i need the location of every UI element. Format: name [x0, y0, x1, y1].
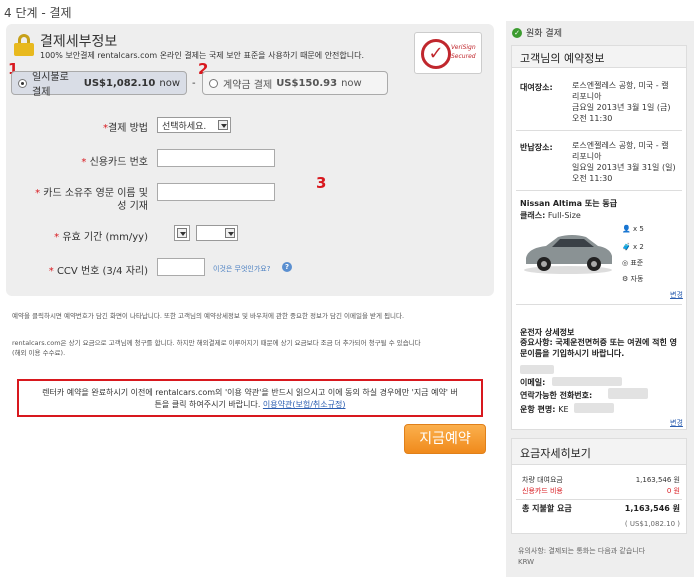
verisign-label: VeriSign Secured	[451, 44, 476, 60]
gauge-icon: ◎	[622, 259, 629, 267]
card-number-label: * 신용카드 번호	[81, 157, 148, 168]
method-label: *결제 방법	[103, 123, 148, 134]
terms-box: 렌터카 예약을 완료하시기 이전에 rentalcars.com의 '이용 약관…	[17, 379, 483, 417]
dropoff-details: 로스엔젤레스 공항, 미국 - 캘 리포니아 일요일 2013년 3월 31일 (일…	[572, 141, 676, 183]
charge-note: rentalcars.com은 상기 요금으로 고객님께 청구를 합니다. 하지…	[12, 339, 421, 347]
pay-deposit-suffix: now	[341, 77, 362, 89]
pickup-label: 대여장소:	[520, 83, 553, 92]
chevron-down-icon	[218, 120, 228, 130]
booking-card: 고객님의 예약정보 대여장소: 로스엔젤레스 공항, 미국 - 캘 리포니아 금요일…	[511, 45, 687, 430]
payment-method-value: 선택하세요.	[162, 121, 207, 132]
ccv-input[interactable]	[157, 258, 205, 276]
chevron-down-icon	[177, 228, 187, 238]
pay-full-option[interactable]: 일시불로 결제 US$1,082.10 now	[11, 71, 187, 98]
radio-deposit[interactable]	[209, 78, 218, 88]
cardholder-label-2: 성 기재	[117, 201, 148, 212]
total-value: 1,163,546 원	[624, 504, 680, 513]
total-usd: ( US$1,082.10 )	[624, 520, 680, 528]
car-name: Nissan Altima 또는 동급	[520, 199, 618, 208]
feature-bags: 🧳 x 2	[622, 243, 644, 251]
change-driver-link[interactable]: 변경	[670, 418, 683, 428]
email-label: 이메일:	[520, 378, 546, 387]
gear-icon: ⚙	[622, 275, 629, 283]
phone-label: 연락가능한 전화번호:	[520, 391, 593, 400]
person-icon: 👤	[622, 225, 631, 233]
payment-title: 결제세부정보	[40, 34, 118, 50]
feature-mileage: ◎ 표준	[622, 259, 644, 267]
rental-fee-value: 1,163,546 원	[635, 476, 680, 484]
total-label: 총 지불할 요금	[522, 504, 572, 513]
price-title: 요금자세히보기	[512, 439, 686, 465]
terms-text-2: 튼을 클릭 하여주시기 바랍니다.	[154, 400, 261, 409]
check-icon: ✓	[421, 39, 451, 69]
verisign-seal: ✓ VeriSign Secured	[414, 32, 482, 74]
feature-transmission: ⚙ 자동	[622, 275, 644, 283]
pay-full-label: 일시불로 결제	[32, 72, 69, 98]
ccv-label: * CCV 번호 (3/4 자리)	[48, 266, 148, 277]
dropoff-label: 반납장소:	[520, 143, 553, 152]
car-class: 클래스: Full-Size	[520, 211, 581, 220]
feature-passengers: 👤 x 5	[622, 225, 644, 233]
cardholder-name-input[interactable]	[157, 183, 275, 201]
voucher-note: 예약을 클릭하시면 예약번호가 담긴 화면이 나타납니다. 또한 고객님의 예약…	[12, 312, 405, 320]
terms-link[interactable]: 이용약관(보험/취소규정)	[263, 400, 346, 409]
expiry-year-select[interactable]	[196, 225, 238, 241]
pay-deposit-option[interactable]: 계약금 결제 US$150.93 now	[202, 71, 388, 95]
car-image	[524, 235, 612, 274]
info-icon[interactable]: ?	[282, 262, 292, 272]
card-number-input[interactable]	[157, 149, 275, 167]
lock-icon	[14, 34, 34, 56]
currency-rate: ✓ 원화 결제	[512, 26, 562, 39]
price-card: 요금자세히보기 차량 대여요금 1,163,546 원 신용카드 비용 0 원 …	[511, 438, 687, 534]
check-circle-icon: ✓	[512, 27, 522, 38]
ccv-help-link[interactable]: 이것은 무엇인가요?	[213, 264, 270, 274]
payment-method-select[interactable]: 선택하세요.	[157, 117, 231, 133]
expiry-month-select[interactable]	[174, 225, 190, 241]
radio-full[interactable]	[18, 78, 27, 88]
flight-redacted	[574, 403, 614, 413]
step-title: 4 단계 - 결제	[4, 6, 72, 20]
pickup-details: 로스엔젤레스 공항, 미국 - 캘 리포니아 금요일 2013년 3월 1일 (금)…	[572, 81, 671, 123]
pay-full-suffix: now	[159, 77, 180, 89]
currency-note: 유의사항: 결제되는 통화는 다음과 같습니다 KRW	[518, 547, 646, 566]
card-fee-value: 0 원	[666, 487, 680, 495]
annotation-3: 3	[316, 174, 327, 192]
terms-text: 렌터카 예약을 완료하시기 이전에 rentalcars.com의 '이용 약관…	[42, 388, 458, 397]
phone-redacted	[608, 388, 648, 399]
suitcase-icon: 🧳	[622, 243, 631, 251]
expiry-label: * 유효 기간 (mm/yy)	[54, 232, 148, 243]
pay-full-amount: US$1,082.10	[83, 77, 156, 89]
rental-fee-label: 차량 대여요금	[522, 476, 563, 484]
chevron-down-icon	[225, 228, 235, 238]
driver-note: 중요사항: 국제운전면허증 또는 여권에 적힌 영문이름을 기입하시기 바랍니다…	[520, 338, 677, 358]
booking-title: 고객님의 예약정보	[512, 46, 686, 68]
pay-deposit-label: 계약금 결제	[223, 79, 273, 91]
driver-name-redacted	[520, 365, 554, 374]
change-car-link[interactable]: 변경	[670, 290, 683, 300]
book-now-button[interactable]: 지금예약	[404, 424, 486, 454]
option-separator: -	[192, 78, 196, 89]
card-fee-label: 신용카드 비용	[522, 487, 563, 495]
charge-note-2: (해외 이용 수수료).	[12, 349, 66, 357]
email-redacted	[552, 377, 622, 386]
pay-deposit-amount: US$150.93	[276, 77, 338, 89]
flight-label: 운항 편명: KE	[520, 405, 569, 414]
